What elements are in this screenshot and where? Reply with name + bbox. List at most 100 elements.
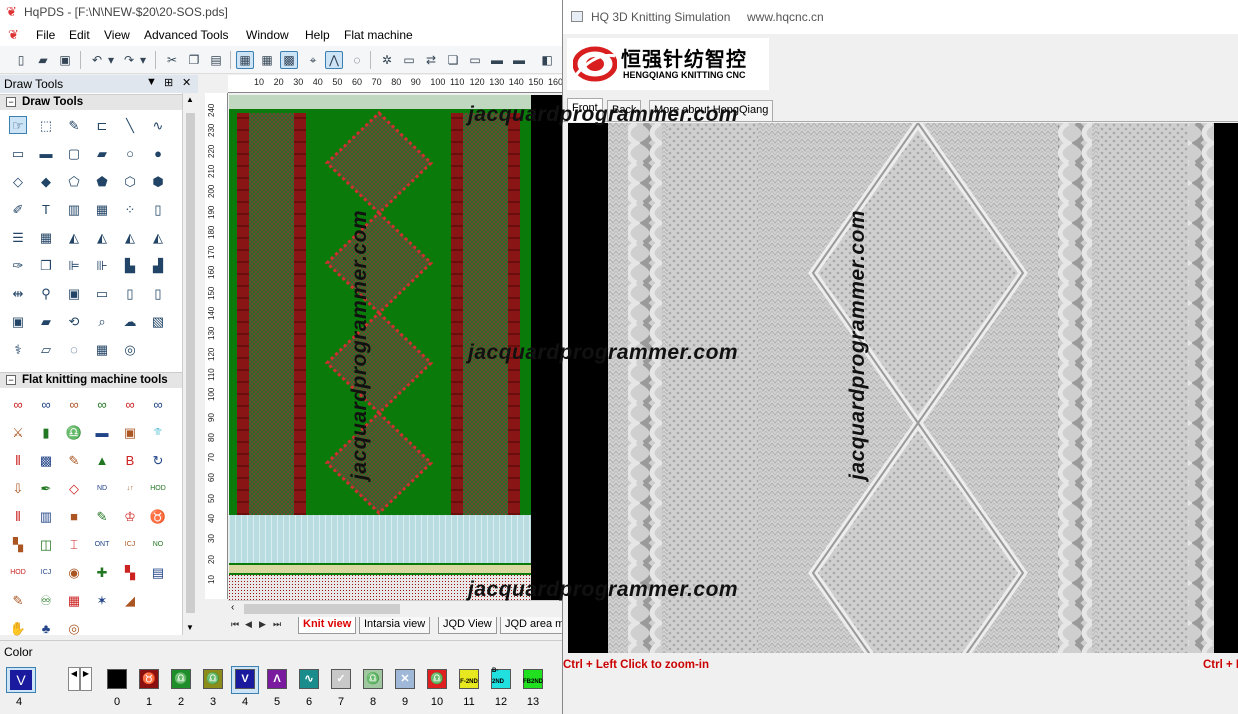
frame-icon[interactable]: ▣ [65,284,83,302]
pen-tool-icon[interactable]: ✎ [93,507,111,525]
menu-file[interactable]: File [36,28,55,42]
ellipse-icon[interactable]: ○ [121,144,139,162]
stitch-c-icon[interactable]: ∞ [65,395,83,413]
inject-icon[interactable]: ✒ [37,479,55,497]
tiles-icon[interactable]: ▦ [93,340,111,358]
save-icon[interactable]: ▣ [56,51,74,69]
nd-icon[interactable]: ND [93,479,111,497]
draw-tools-section-header[interactable]: − Draw Tools [0,94,182,110]
panel-pin-icon[interactable]: ⊞ [164,76,173,89]
open-folder-icon[interactable]: ▰ [34,51,52,69]
panel-icon[interactable]: ▯ [121,284,139,302]
filled-ellipse-icon[interactable]: ● [149,144,167,162]
blocks-icon[interactable]: ▦ [37,228,55,246]
first-tab-icon[interactable]: ⏮ [231,619,239,630]
collapse-icon[interactable]: − [6,375,16,385]
glove-icon[interactable]: ✋ [9,619,27,637]
hod-tag-icon[interactable]: HOD [9,563,27,581]
cloud-icon[interactable]: ☁ [121,312,139,330]
stitch-f-icon[interactable]: ∞ [149,395,167,413]
scroll-down-icon[interactable]: ▼ [186,623,194,632]
stitch-a-icon[interactable]: ∞ [9,395,27,413]
knot-icon[interactable]: ♉ [149,507,167,525]
stitch-e-icon[interactable]: ∞ [121,395,139,413]
tab-jqd-view[interactable]: JQD View [438,617,497,634]
down-arrow-icon[interactable]: ⇩ [9,479,27,497]
transfer-icon[interactable]: ⇄ [422,51,440,69]
red-block-icon[interactable]: ■ [65,507,83,525]
grid-fine-icon[interactable]: ▦ [258,51,276,69]
chart-alt-icon[interactable]: ▟ [149,256,167,274]
doc-icon[interactable]: ▤ [149,563,167,581]
image-icon[interactable]: ▧ [149,312,167,330]
menu-edit[interactable]: Edit [69,28,90,42]
slider-icon[interactable]: ▚ [9,535,27,553]
undo-icon[interactable]: ↶ [88,51,106,69]
brush-icon[interactable]: ✐ [9,200,27,218]
hexagon-icon[interactable]: ⬡ [121,172,139,190]
bars-tool-icon[interactable]: ⦀ [9,507,27,525]
step-line-icon[interactable]: ⊏ [93,116,111,134]
garment-icon[interactable]: 👕 [149,423,167,441]
carriage-icon[interactable]: ▬ [93,423,111,441]
gear-icon[interactable]: ✲ [378,51,396,69]
filled-polygon-icon[interactable]: ⬟ [93,172,111,190]
scrollbar-thumb[interactable] [186,113,195,613]
plant-b-icon[interactable]: ♣ [37,619,55,637]
rows-icon[interactable]: ☰ [9,228,27,246]
color-swatch[interactable]: V [235,669,255,689]
b-icon[interactable]: B [121,451,139,469]
fill-alt-icon[interactable]: ◭ [93,228,111,246]
window-split-icon[interactable]: ▭ [466,51,484,69]
yarn-icon[interactable]: ♎ [65,423,83,441]
color-swatch[interactable]: ∿ [299,669,319,689]
last-tab-icon[interactable]: ⏭ [273,619,281,630]
mirror-icon[interactable]: ⇹ [9,284,27,302]
fill-c-icon[interactable]: ◭ [149,228,167,246]
filled-hexagon-icon[interactable]: ⬢ [149,172,167,190]
machine-alt-icon[interactable]: ▬ [510,51,528,69]
color-swatch[interactable] [107,669,127,689]
split-icon[interactable]: ↓↑ [121,479,139,497]
diamond-tool-icon[interactable]: ◇ [65,479,83,497]
collapse-icon[interactable]: − [6,97,16,107]
scroll-left-icon[interactable]: ‹ [231,602,234,613]
panel-dropdown-icon[interactable]: ▼ [146,76,157,88]
menu-advanced-tools[interactable]: Advanced Tools [144,28,229,42]
icj-icon[interactable]: ICJ [121,535,139,553]
pen-icon[interactable]: ✑ [9,256,27,274]
beam-icon[interactable]: ⌶ [65,535,83,553]
color-swatch[interactable]: ♎ [363,669,383,689]
undo-dropdown-icon[interactable]: ▾ [106,51,116,69]
no-icon[interactable]: NO [149,535,167,553]
line-icon[interactable]: ╲ [121,116,139,134]
canvas-h-scrollbar[interactable]: ‹ [228,600,562,616]
diamond-icon[interactable]: ◇ [9,172,27,190]
circle-icon[interactable]: ◎ [65,619,83,637]
color-swatch[interactable]: Λ [267,669,287,689]
layer-icon[interactable]: ◫ [37,535,55,553]
align-center-icon[interactable]: ⊪ [93,256,111,274]
color-spin-right[interactable]: ▶ [80,667,92,691]
current-color[interactable]: V [6,667,36,693]
hod-icon[interactable]: HOD [149,479,167,497]
color-swatch[interactable]: F-2ND [459,669,479,689]
dots-icon[interactable]: ⁘ [121,200,139,218]
ruler-tool-icon[interactable]: ▰ [37,312,55,330]
redo-icon[interactable]: ↷ [120,51,138,69]
palette-icon[interactable]: ▚ [121,563,139,581]
pattern-icon[interactable]: ▦ [65,591,83,609]
sparkle-icon[interactable]: ✶ [93,591,111,609]
panel-scrollbar[interactable]: ▲ ▼ [182,93,198,635]
filled-round-rect-icon[interactable]: ▰ [93,144,111,162]
zoom-icon[interactable]: ⌕ [93,312,111,330]
bars-icon[interactable]: ▥ [65,200,83,218]
flat-tools-section-header[interactable]: − Flat knitting machine tools [0,372,182,388]
fill-b-icon[interactable]: ◭ [121,228,139,246]
slope-icon[interactable]: ◢ [121,591,139,609]
rib-icon[interactable]: ⦀ [9,451,27,469]
scrollbar-thumb[interactable] [244,604,400,614]
target-icon[interactable]: ◎ [121,340,139,358]
machine-icon[interactable]: ▬ [488,51,506,69]
crown-icon[interactable]: ♔ [121,507,139,525]
